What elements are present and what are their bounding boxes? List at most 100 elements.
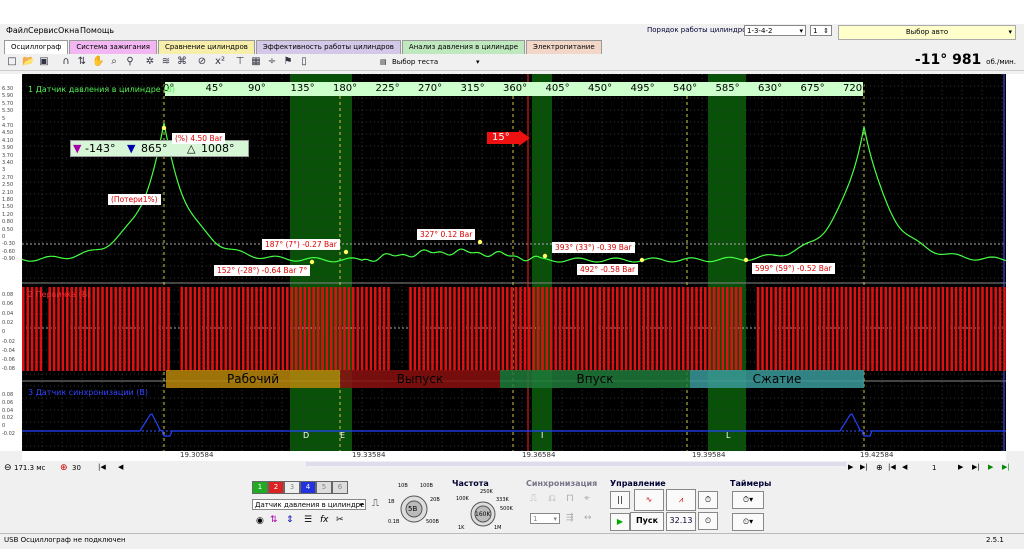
sync-auto-icon[interactable]: ⌖ [584,493,590,504]
cursor-mark-3: L [726,431,731,440]
primary-pulse [897,287,901,371]
primary-pulse [638,287,641,371]
time-scale-value[interactable]: 171.3 мс [14,464,45,472]
auto-stop-icon[interactable]: ⏲ [698,512,718,530]
primary-pulse [620,287,623,371]
primary-pulse [448,287,452,371]
test-select[interactable]: ▤ Выбор теста ▾ [380,56,488,68]
primary-pulse [695,287,698,371]
probe-icon[interactable]: ⎍ [372,498,379,509]
sync-channel-select[interactable]: 1 ▾ [530,513,560,524]
divide-icon[interactable]: ÷ [266,56,278,68]
primary-pulse [356,287,359,371]
zoom-out-icon[interactable]: ⊖ [4,463,12,473]
channel-button-4[interactable]: 4 [300,481,316,494]
tab-0[interactable]: Осциллограф [4,40,69,54]
menu-windows[interactable]: Окна [58,26,79,35]
sync-level-icon[interactable]: ⇶ [566,513,574,523]
eye-icon[interactable]: ◉ [256,516,264,526]
channel-button-5[interactable]: 5 [316,481,332,494]
primary-pulse [30,287,34,371]
primary-pulse [514,287,518,371]
timer-2-icon[interactable]: ⏲▾ [732,513,764,531]
degree-tick: 720° [843,83,868,94]
start-button[interactable]: Пуск [630,512,664,531]
pulse-wave-icon[interactable]: ⩘ [666,489,696,511]
lines-icon[interactable]: ☰ [304,515,312,525]
updown-icon[interactable]: ⇕ [286,515,294,525]
primary-pulse [554,287,557,371]
scroll-left-icon[interactable]: ◀ [118,463,123,471]
cylinder-order-select[interactable]: 1-3-4-2 ▾ [744,25,806,36]
page-next-icon[interactable]: ▶ [958,463,963,471]
auto-icon[interactable]: ⏱ [698,491,718,509]
annotation-599: 599° (59°) -0.52 Bar [752,263,835,274]
zoom-value[interactable]: 30 [72,464,81,472]
x-squared-icon[interactable]: x² [214,56,226,68]
scroll-track[interactable] [306,462,846,466]
tools-icon[interactable]: ✂ [336,515,344,525]
cursor-measure-icon[interactable]: ⇅ [76,56,88,68]
channel-button-6[interactable]: 6 [332,481,348,494]
primary-pulse [492,287,496,371]
primary-pulse [708,287,711,371]
tab-3[interactable]: Эффективность работы цилиндров [255,40,401,54]
primary-pulse [497,287,500,371]
primary-pulse [792,287,795,371]
sine-wave-icon[interactable]: ∿ [634,489,664,511]
nav-first-icon[interactable]: |◀ [888,463,896,471]
nav-add-icon[interactable]: ⊕ [876,463,883,472]
menu-file[interactable]: Файл [6,26,28,35]
timer-1-icon[interactable]: ⏱▾ [732,491,764,509]
wave-overlay-icon[interactable]: ≋ [160,56,172,68]
flag-icon[interactable]: ⚑ [282,56,294,68]
filter-icon[interactable]: ⊤ [234,56,246,68]
scroll-first-icon[interactable]: |◀ [98,463,106,471]
table-icon[interactable]: ▦ [250,56,262,68]
open-folder-icon[interactable]: 📂 [22,56,34,68]
invert-icon[interactable]: ⇅ [270,515,278,525]
tab-2[interactable]: Сравнение цилиндров [157,40,255,54]
zoom-in-icon[interactable]: ⊕ [60,463,68,473]
cylinder-number-spinner[interactable]: 1 ⇕ [810,25,832,36]
document-icon[interactable]: ▯ [298,56,310,68]
sync-pulse-icon[interactable]: ⊓ [566,493,574,504]
nav-prev-icon[interactable]: ◀ [902,463,907,471]
tree-icon[interactable]: ⚲ [124,56,136,68]
car-select[interactable]: Выбор авто ▾ [838,25,1016,40]
y-tick: -0.02 [2,338,15,345]
headphones-icon[interactable]: ∩ [60,56,72,68]
nav-next-icon[interactable]: ▶ [848,463,853,471]
sync-fall-icon[interactable]: ⎌ [548,493,556,504]
tab-4[interactable]: Анализ давления в цилиндре [401,40,525,54]
page-last-icon[interactable]: ▶| [972,463,980,471]
primary-pulse [74,287,78,371]
sync-rise-icon[interactable]: ⎍ [530,493,537,504]
primary-pulse [422,287,425,371]
save-icon[interactable]: ▣ [38,56,50,68]
play-icon[interactable]: ▶ [988,463,993,471]
channel-button-3[interactable]: 3 [284,481,300,494]
tab-1[interactable]: Система зажигания [69,40,157,54]
hand-pan-icon[interactable]: ✋ [92,56,104,68]
sensor-select[interactable]: Датчик давления в цилиндре ▾ [252,499,366,510]
function-icon[interactable]: fx [320,515,329,525]
menu-help[interactable]: Помощь [80,26,114,35]
zoom-icon[interactable]: ⌕ [108,56,120,68]
primary-pulse [435,287,439,371]
shift-icon[interactable]: ⊘ [196,56,208,68]
new-file-icon[interactable]: □ [6,56,18,68]
play-end-icon[interactable]: ▶| [1002,463,1010,471]
sync-shift-icon[interactable]: ↔ [584,513,592,523]
primary-pulse [928,287,931,371]
grid-icon[interactable]: ⌘ [176,56,188,68]
primary-pulse [409,287,412,371]
pause-icon[interactable]: || [610,491,630,509]
menu-service[interactable]: Сервис [28,26,58,35]
tab-5[interactable]: Электропитание [526,40,602,54]
freq-mark-1k: 1K [458,525,465,531]
nav-last-icon[interactable]: ▶| [860,463,868,471]
channel-button-2[interactable]: 2 [268,481,284,494]
channel-button-1[interactable]: 1 [252,481,268,494]
spark-icon[interactable]: ✲ [144,56,156,68]
